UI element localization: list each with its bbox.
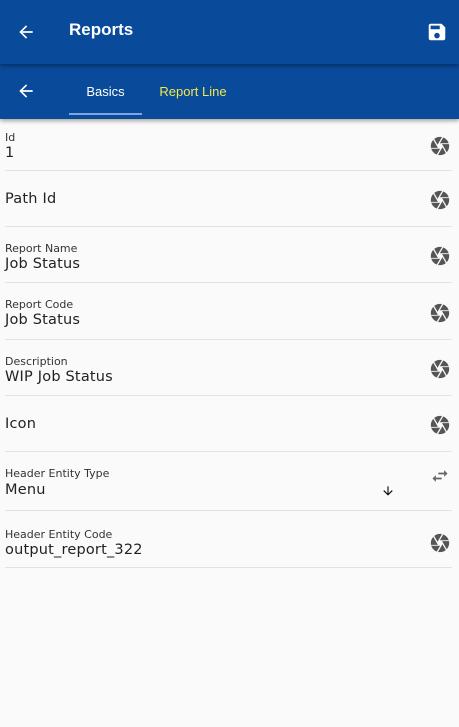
save-icon xyxy=(428,23,446,41)
field-header-entity-type-swap-button[interactable] xyxy=(428,464,452,488)
field-report-code-label: Report Code xyxy=(5,298,74,311)
save-button[interactable] xyxy=(423,18,451,46)
tab-back-button[interactable] xyxy=(12,77,40,105)
field-header-entity-code[interactable]: Header Entity Code output_report_322 xyxy=(5,511,452,568)
field-icon-label: Icon xyxy=(5,416,37,432)
arrow-left-icon xyxy=(19,84,33,98)
tab-bar: Basics Report Line xyxy=(0,64,459,119)
field-report-code-value[interactable]: Job Status xyxy=(5,312,80,328)
arrow-left-icon xyxy=(19,25,33,39)
aperture-icon xyxy=(430,303,450,323)
tab-report-line-label: Report Line xyxy=(159,84,227,99)
field-header-entity-type-value[interactable]: Menu xyxy=(5,482,46,498)
tab-report-line[interactable]: Report Line xyxy=(150,64,236,119)
arrow-down-icon xyxy=(383,486,393,496)
aperture-icon xyxy=(430,246,450,266)
field-id-label: Id xyxy=(5,131,16,144)
form: Id 1 Path Id Report Name Job Status Repo… xyxy=(0,119,459,568)
field-description-action-button[interactable] xyxy=(428,357,452,381)
field-report-name-action-button[interactable] xyxy=(428,244,452,268)
field-id-value[interactable]: 1 xyxy=(5,145,14,161)
field-icon-action-button[interactable] xyxy=(428,413,452,437)
back-button[interactable] xyxy=(12,18,40,46)
field-path-id-label: Path Id xyxy=(5,191,57,207)
field-header-entity-type[interactable]: Header Entity Type Menu xyxy=(5,452,452,511)
field-path-id-action-button[interactable] xyxy=(428,188,452,212)
app-bar: Reports xyxy=(0,0,459,64)
field-id-action-button[interactable] xyxy=(428,134,452,158)
field-icon[interactable]: Icon xyxy=(5,396,452,452)
field-description-label: Description xyxy=(5,355,68,368)
aperture-icon xyxy=(430,190,450,210)
field-header-entity-code-value[interactable]: output_report_322 xyxy=(5,542,143,558)
active-tab-indicator xyxy=(69,113,142,115)
field-report-code-action-button[interactable] xyxy=(428,301,452,325)
dropdown-toggle[interactable] xyxy=(380,483,396,499)
aperture-icon xyxy=(430,415,450,435)
field-report-code[interactable]: Report Code Job Status xyxy=(5,283,452,340)
field-description-value[interactable]: WIP Job Status xyxy=(5,369,113,385)
aperture-icon xyxy=(430,136,450,156)
field-header-entity-type-label: Header Entity Type xyxy=(5,467,110,480)
field-report-name-label: Report Name xyxy=(5,242,78,255)
field-report-name[interactable]: Report Name Job Status xyxy=(5,227,452,283)
field-header-entity-code-action-button[interactable] xyxy=(428,531,452,555)
field-path-id[interactable]: Path Id xyxy=(5,171,452,227)
tab-basics-label: Basics xyxy=(86,84,125,99)
field-id[interactable]: Id 1 xyxy=(5,119,452,171)
page-title: Reports xyxy=(69,20,134,39)
aperture-icon xyxy=(430,359,450,379)
swap-icon xyxy=(432,470,448,482)
aperture-icon xyxy=(430,533,450,553)
field-description[interactable]: Description WIP Job Status xyxy=(5,340,452,396)
field-report-name-value[interactable]: Job Status xyxy=(5,256,80,272)
field-header-entity-code-label: Header Entity Code xyxy=(5,528,113,541)
tab-basics[interactable]: Basics xyxy=(69,64,142,119)
